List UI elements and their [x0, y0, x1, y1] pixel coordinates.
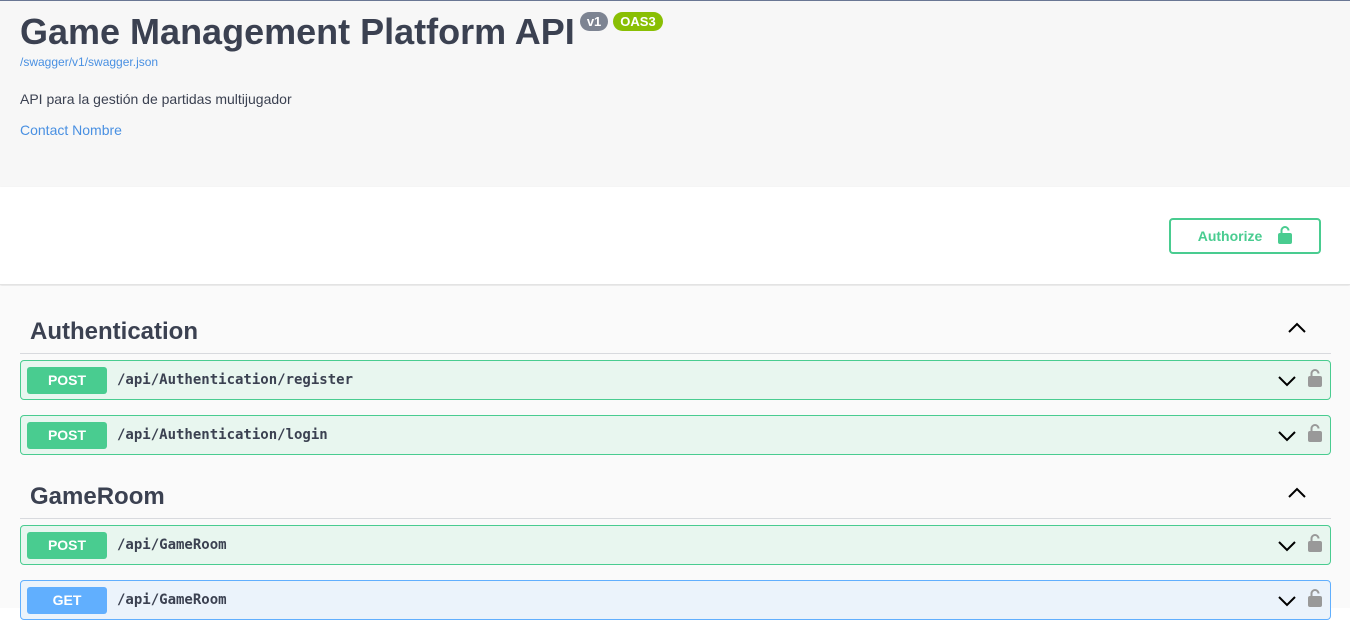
tag-name: Authentication: [30, 318, 198, 345]
operation-post-login[interactable]: POST /api/Authentication/login: [20, 415, 1331, 455]
operation-path: /api/Authentication/login: [117, 427, 328, 443]
operation-path: /api/GameRoom: [117, 537, 227, 553]
lock-icon[interactable]: [1308, 368, 1322, 392]
method-badge: POST: [27, 422, 107, 449]
authorize-label: Authorize: [1197, 228, 1263, 244]
authorize-button[interactable]: Authorize: [1169, 218, 1321, 254]
contact-link[interactable]: Contact Nombre: [20, 122, 122, 138]
operation-post-register[interactable]: POST /api/Authentication/register: [20, 360, 1331, 400]
operation-path: /api/GameRoom: [117, 592, 227, 608]
lock-icon[interactable]: [1308, 533, 1322, 557]
chevron-down-icon[interactable]: [1277, 594, 1297, 612]
lock-icon[interactable]: [1308, 588, 1322, 612]
version-badge: v1: [579, 12, 609, 31]
operation-path: /api/Authentication/register: [117, 372, 354, 388]
chevron-down-icon[interactable]: [1277, 374, 1297, 392]
operation-post-gameroom[interactable]: POST /api/GameRoom: [20, 525, 1331, 565]
chevron-down-icon[interactable]: [1277, 429, 1297, 447]
unlock-icon: [1278, 225, 1293, 247]
oas-badge: OAS3: [613, 12, 663, 31]
method-badge: GET: [27, 587, 107, 614]
tag-header-gameroom[interactable]: GameRoom: [20, 469, 1331, 519]
operations-section: Authentication POST /api/Authentication/…: [0, 286, 1350, 620]
chevron-up-icon[interactable]: [1287, 486, 1307, 504]
title-row: Game Management Platform API v1 OAS3: [20, 11, 663, 53]
api-title: Game Management Platform API: [20, 11, 575, 52]
api-description: API para la gestión de partidas multijug…: [20, 91, 292, 107]
method-badge: POST: [27, 367, 107, 394]
spec-url-link[interactable]: /swagger/v1/swagger.json: [20, 55, 158, 69]
tag-header-authentication[interactable]: Authentication: [20, 304, 1331, 354]
api-info-section: Game Management Platform API v1 OAS3 /sw…: [0, 1, 1350, 187]
scheme-container: Authorize: [0, 187, 1350, 285]
chevron-up-icon[interactable]: [1287, 321, 1307, 339]
tag-name: GameRoom: [30, 483, 165, 510]
operation-get-gameroom[interactable]: GET /api/GameRoom: [20, 580, 1331, 620]
chevron-down-icon[interactable]: [1277, 539, 1297, 557]
lock-icon[interactable]: [1308, 423, 1322, 447]
method-badge: POST: [27, 532, 107, 559]
